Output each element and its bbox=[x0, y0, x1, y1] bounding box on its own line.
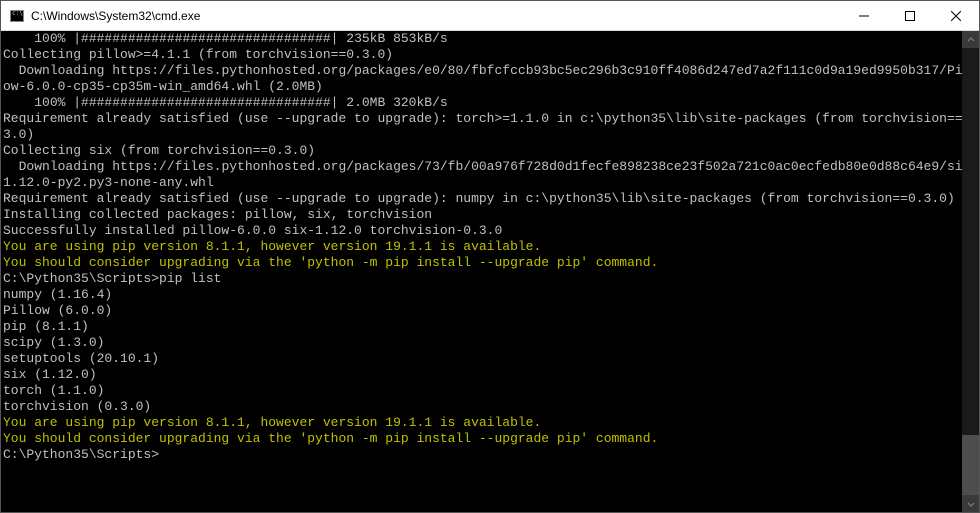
maximize-icon bbox=[905, 11, 915, 21]
terminal-line: torchvision (0.3.0) bbox=[3, 399, 979, 415]
terminal-line: Installing collected packages: pillow, s… bbox=[3, 207, 979, 223]
window-title: C:\Windows\System32\cmd.exe bbox=[31, 9, 200, 23]
minimize-button[interactable] bbox=[841, 1, 887, 30]
terminal-line: six (1.12.0) bbox=[3, 367, 979, 383]
terminal-line: Successfully installed pillow-6.0.0 six-… bbox=[3, 223, 979, 239]
chevron-up-icon bbox=[967, 36, 975, 44]
terminal-line: setuptools (20.10.1) bbox=[3, 351, 979, 367]
terminal-line: scipy (1.3.0) bbox=[3, 335, 979, 351]
maximize-button[interactable] bbox=[887, 1, 933, 30]
terminal-line: pip (8.1.1) bbox=[3, 319, 979, 335]
window-controls bbox=[841, 1, 979, 30]
close-button[interactable] bbox=[933, 1, 979, 30]
titlebar[interactable]: C:\Windows\System32\cmd.exe bbox=[1, 1, 979, 31]
terminal-line: Downloading https://files.pythonhosted.o… bbox=[3, 159, 979, 191]
terminal-line: You are using pip version 8.1.1, however… bbox=[3, 415, 979, 431]
terminal-output: 100% |################################| … bbox=[1, 31, 979, 463]
terminal-line: Requirement already satisfied (use --upg… bbox=[3, 191, 979, 207]
close-icon bbox=[951, 11, 961, 21]
terminal-line: Requirement already satisfied (use --upg… bbox=[3, 111, 979, 143]
scroll-up-button[interactable] bbox=[962, 31, 979, 48]
terminal-line: You should consider upgrading via the 'p… bbox=[3, 255, 979, 271]
scrollbar[interactable] bbox=[962, 31, 979, 512]
scrollbar-thumb[interactable] bbox=[962, 435, 979, 495]
terminal-line: C:\Python35\Scripts>pip list bbox=[3, 271, 979, 287]
terminal-line: 100% |################################| … bbox=[3, 95, 979, 111]
scroll-down-button[interactable] bbox=[962, 495, 979, 512]
terminal-line: Downloading https://files.pythonhosted.o… bbox=[3, 63, 979, 95]
terminal-line: Pillow (6.0.0) bbox=[3, 303, 979, 319]
minimize-icon bbox=[859, 11, 869, 21]
cmd-window: C:\Windows\System32\cmd.exe 100% |######… bbox=[0, 0, 980, 513]
chevron-down-icon bbox=[967, 500, 975, 508]
terminal-line: You are using pip version 8.1.1, however… bbox=[3, 239, 979, 255]
terminal-line: torch (1.1.0) bbox=[3, 383, 979, 399]
terminal-line: 100% |################################| … bbox=[3, 31, 979, 47]
terminal-line: You should consider upgrading via the 'p… bbox=[3, 431, 979, 447]
terminal[interactable]: 100% |################################| … bbox=[1, 31, 979, 512]
terminal-line: C:\Python35\Scripts> bbox=[3, 447, 979, 463]
terminal-line: Collecting pillow>=4.1.1 (from torchvisi… bbox=[3, 47, 979, 63]
terminal-line: numpy (1.16.4) bbox=[3, 287, 979, 303]
terminal-line: Collecting six (from torchvision==0.3.0) bbox=[3, 143, 979, 159]
scrollbar-track[interactable] bbox=[962, 48, 979, 495]
cmd-icon bbox=[9, 8, 25, 24]
